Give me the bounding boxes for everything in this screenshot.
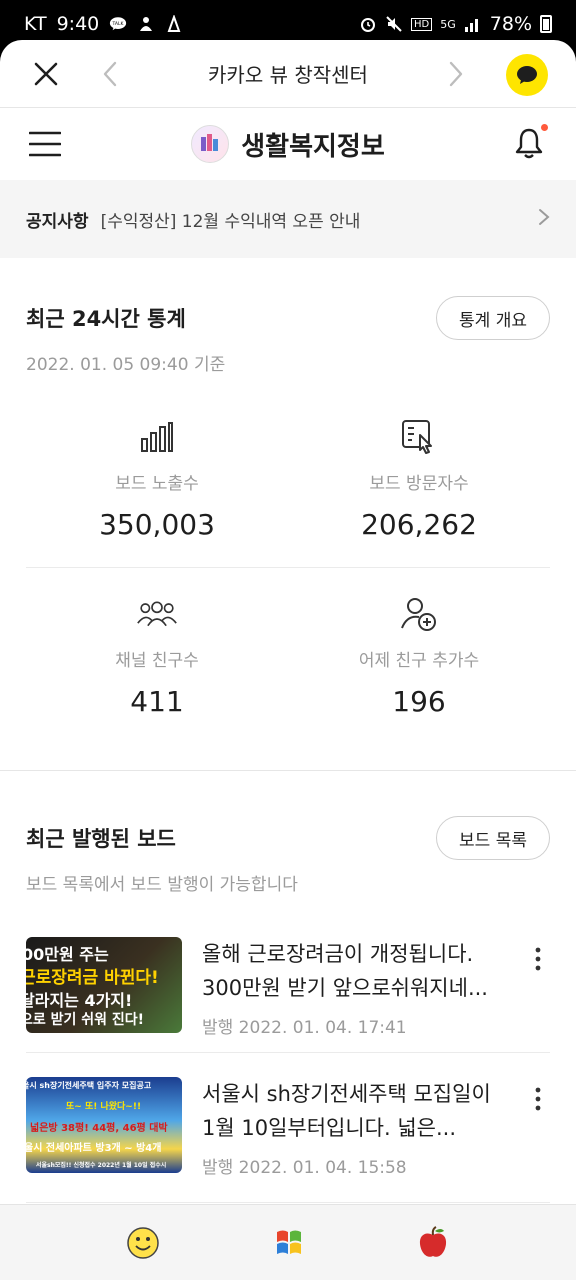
board-more-button[interactable] — [526, 939, 550, 979]
board-item[interactable]: 울시 sh장기전세주택 입주자 모집공고 또~ 또! 나왔다~!! 넓은방 38… — [26, 1053, 550, 1203]
board-publish-date: 발행 2022. 01. 04. 17:41 — [202, 1018, 407, 1038]
battery-percent: 78% — [489, 13, 532, 35]
creator-center-sheet: 카카오 뷰 창작센터 생활복지정보 공지사항 [수익정산] 12월 수익내역 오… — [0, 40, 576, 1280]
channel-avatar — [191, 125, 230, 163]
close-button[interactable] — [22, 50, 70, 98]
recent-boards-section: 최근 발행된 보드 보드 목록 보드 목록에서 보드 발행이 가능합니다 00만… — [0, 771, 576, 1203]
more-vertical-icon — [535, 1087, 541, 1111]
stat-value: 411 — [130, 685, 184, 718]
board-list-button[interactable]: 보드 목록 — [436, 816, 550, 860]
tab-windows[interactable] — [266, 1221, 310, 1265]
next-page-button[interactable] — [438, 50, 474, 98]
stat-label: 보드 노출수 — [115, 474, 199, 494]
board-item[interactable]: 00만원 주는 근로장려금 바뀐다! 달라지는 4가지! 으로 받기 쉬워 진다… — [26, 927, 550, 1053]
app-notification-icon — [137, 15, 155, 33]
signal-icon — [464, 15, 482, 33]
stat-label: 어제 친구 추가수 — [358, 651, 480, 671]
thumb-text: 울시 sh장기전세주택 입주자 모집공고 — [26, 1081, 152, 1090]
thumb-text: 으로 받기 쉬워 진다! — [26, 1012, 145, 1028]
board-visit-icon — [399, 417, 439, 457]
thumb-text: 또~ 또! 나왔다~!! — [66, 1102, 142, 1112]
board-thumbnail: 울시 sh장기전세주택 입주자 모집공고 또~ 또! 나왔다~!! 넓은방 38… — [26, 1077, 182, 1173]
boards-subtitle: 보드 목록에서 보드 발행이 가능합니다 — [26, 875, 298, 895]
thumb-text: 00만원 주는 — [26, 945, 109, 964]
tab-apple[interactable] — [411, 1221, 455, 1265]
notice-text: [수익정산] 12월 수익내역 오픈 안내 — [100, 211, 361, 232]
channel-header: 생활복지정보 — [0, 108, 576, 180]
more-vertical-icon — [535, 947, 541, 971]
stat-label: 채널 친구수 — [115, 651, 199, 671]
stat-friends-added-yesterday: 어제 친구 추가수 196 — [288, 594, 550, 718]
stats-grid: 보드 노출수 350,003 보드 방문자수 206,262 채널 친구수 41… — [26, 417, 550, 718]
chevron-right-icon — [449, 61, 463, 87]
board-list: 00만원 주는 근로장려금 바뀐다! 달라지는 4가지! 으로 받기 쉬워 진다… — [26, 927, 550, 1203]
stat-label: 보드 방문자수 — [369, 474, 469, 494]
talk-notification-icon: TALK — [109, 15, 127, 33]
thumb-text: 서울sh모집!! 신청접수 2022년 1월 10일 접수시 — [36, 1162, 167, 1169]
notification-button[interactable] — [512, 124, 548, 160]
board-title: 서울시 sh장기전세주택 모집일이 1월 10일부터입니다. 넓은... — [202, 1082, 491, 1140]
chat-bubble-icon — [517, 66, 537, 84]
stat-channel-friends: 채널 친구수 411 — [26, 594, 288, 718]
boards-title: 최근 발행된 보드 — [26, 827, 176, 851]
battery-icon — [540, 15, 552, 33]
hamburger-menu-icon — [29, 131, 61, 157]
kakaotalk-button[interactable] — [506, 54, 548, 96]
notification-dot — [541, 124, 548, 131]
network-badge: 5G — [440, 17, 456, 31]
divider — [26, 567, 550, 568]
notice-banner[interactable]: 공지사항 [수익정산] 12월 수익내역 오픈 안내 — [0, 180, 576, 258]
stat-value: 350,003 — [99, 508, 215, 541]
stats-title: 최근 24시간 통계 — [26, 307, 186, 331]
bell-icon — [515, 128, 543, 159]
tab-emoji[interactable] — [121, 1221, 165, 1265]
alarm-icon — [359, 15, 377, 33]
group-icon — [137, 594, 177, 634]
apple-icon — [420, 1225, 447, 1257]
carrier-label: KT — [24, 13, 47, 35]
close-icon — [34, 62, 58, 85]
add-friend-icon — [399, 594, 439, 634]
stats-timestamp: 2022. 01. 05 09:40 기준 — [26, 355, 226, 375]
page-title: 카카오 뷰 창작센터 — [208, 63, 368, 87]
app-notification-icon-2 — [165, 15, 183, 33]
svg-text:TALK: TALK — [112, 21, 125, 27]
stat-value: 206,262 — [361, 508, 477, 541]
smiley-icon — [126, 1226, 159, 1259]
menu-button[interactable] — [28, 127, 62, 161]
stats-section: 최근 24시간 통계 통계 개요 2022. 01. 05 09:40 기준 보… — [0, 258, 576, 718]
bar-chart-icon — [137, 417, 177, 457]
notice-label: 공지사항 — [26, 211, 89, 232]
thumb-text: 근로장려금 바뀐다! — [26, 968, 159, 988]
chevron-left-icon — [103, 61, 117, 87]
channel-name: 생활복지정보 — [241, 131, 385, 162]
board-more-button[interactable] — [526, 1079, 550, 1119]
bottom-tab-bar — [0, 1204, 576, 1280]
mute-icon — [385, 15, 403, 33]
top-nav-bar: 카카오 뷰 창작센터 — [0, 40, 576, 108]
thumb-text: 달라지는 4가지! — [26, 991, 133, 1010]
thumb-text: 넓은방 38평! 44평, 46평 대박 — [30, 1123, 168, 1134]
hd-badge: HD — [411, 17, 433, 31]
clock: 9:40 — [56, 13, 100, 35]
board-title: 올해 근로장려금이 개정됩니다. 300만원 받기 앞으로쉬워지네... — [202, 942, 488, 1000]
stat-board-impressions: 보드 노출수 350,003 — [26, 417, 288, 541]
stat-value: 196 — [392, 685, 446, 718]
chevron-right-icon — [538, 208, 550, 231]
prev-page-button[interactable] — [92, 50, 128, 98]
board-thumbnail: 00만원 주는 근로장려금 바뀐다! 달라지는 4가지! 으로 받기 쉬워 진다… — [26, 937, 182, 1033]
stat-board-visitors: 보드 방문자수 206,262 — [288, 417, 550, 541]
stats-overview-button[interactable]: 통계 개요 — [436, 296, 550, 340]
board-publish-date: 발행 2022. 01. 04. 15:58 — [202, 1158, 407, 1178]
thumb-text: 울시 전세아파트 방3개 ~ 방4개 — [26, 1143, 162, 1154]
windows-logo-icon — [276, 1230, 301, 1254]
